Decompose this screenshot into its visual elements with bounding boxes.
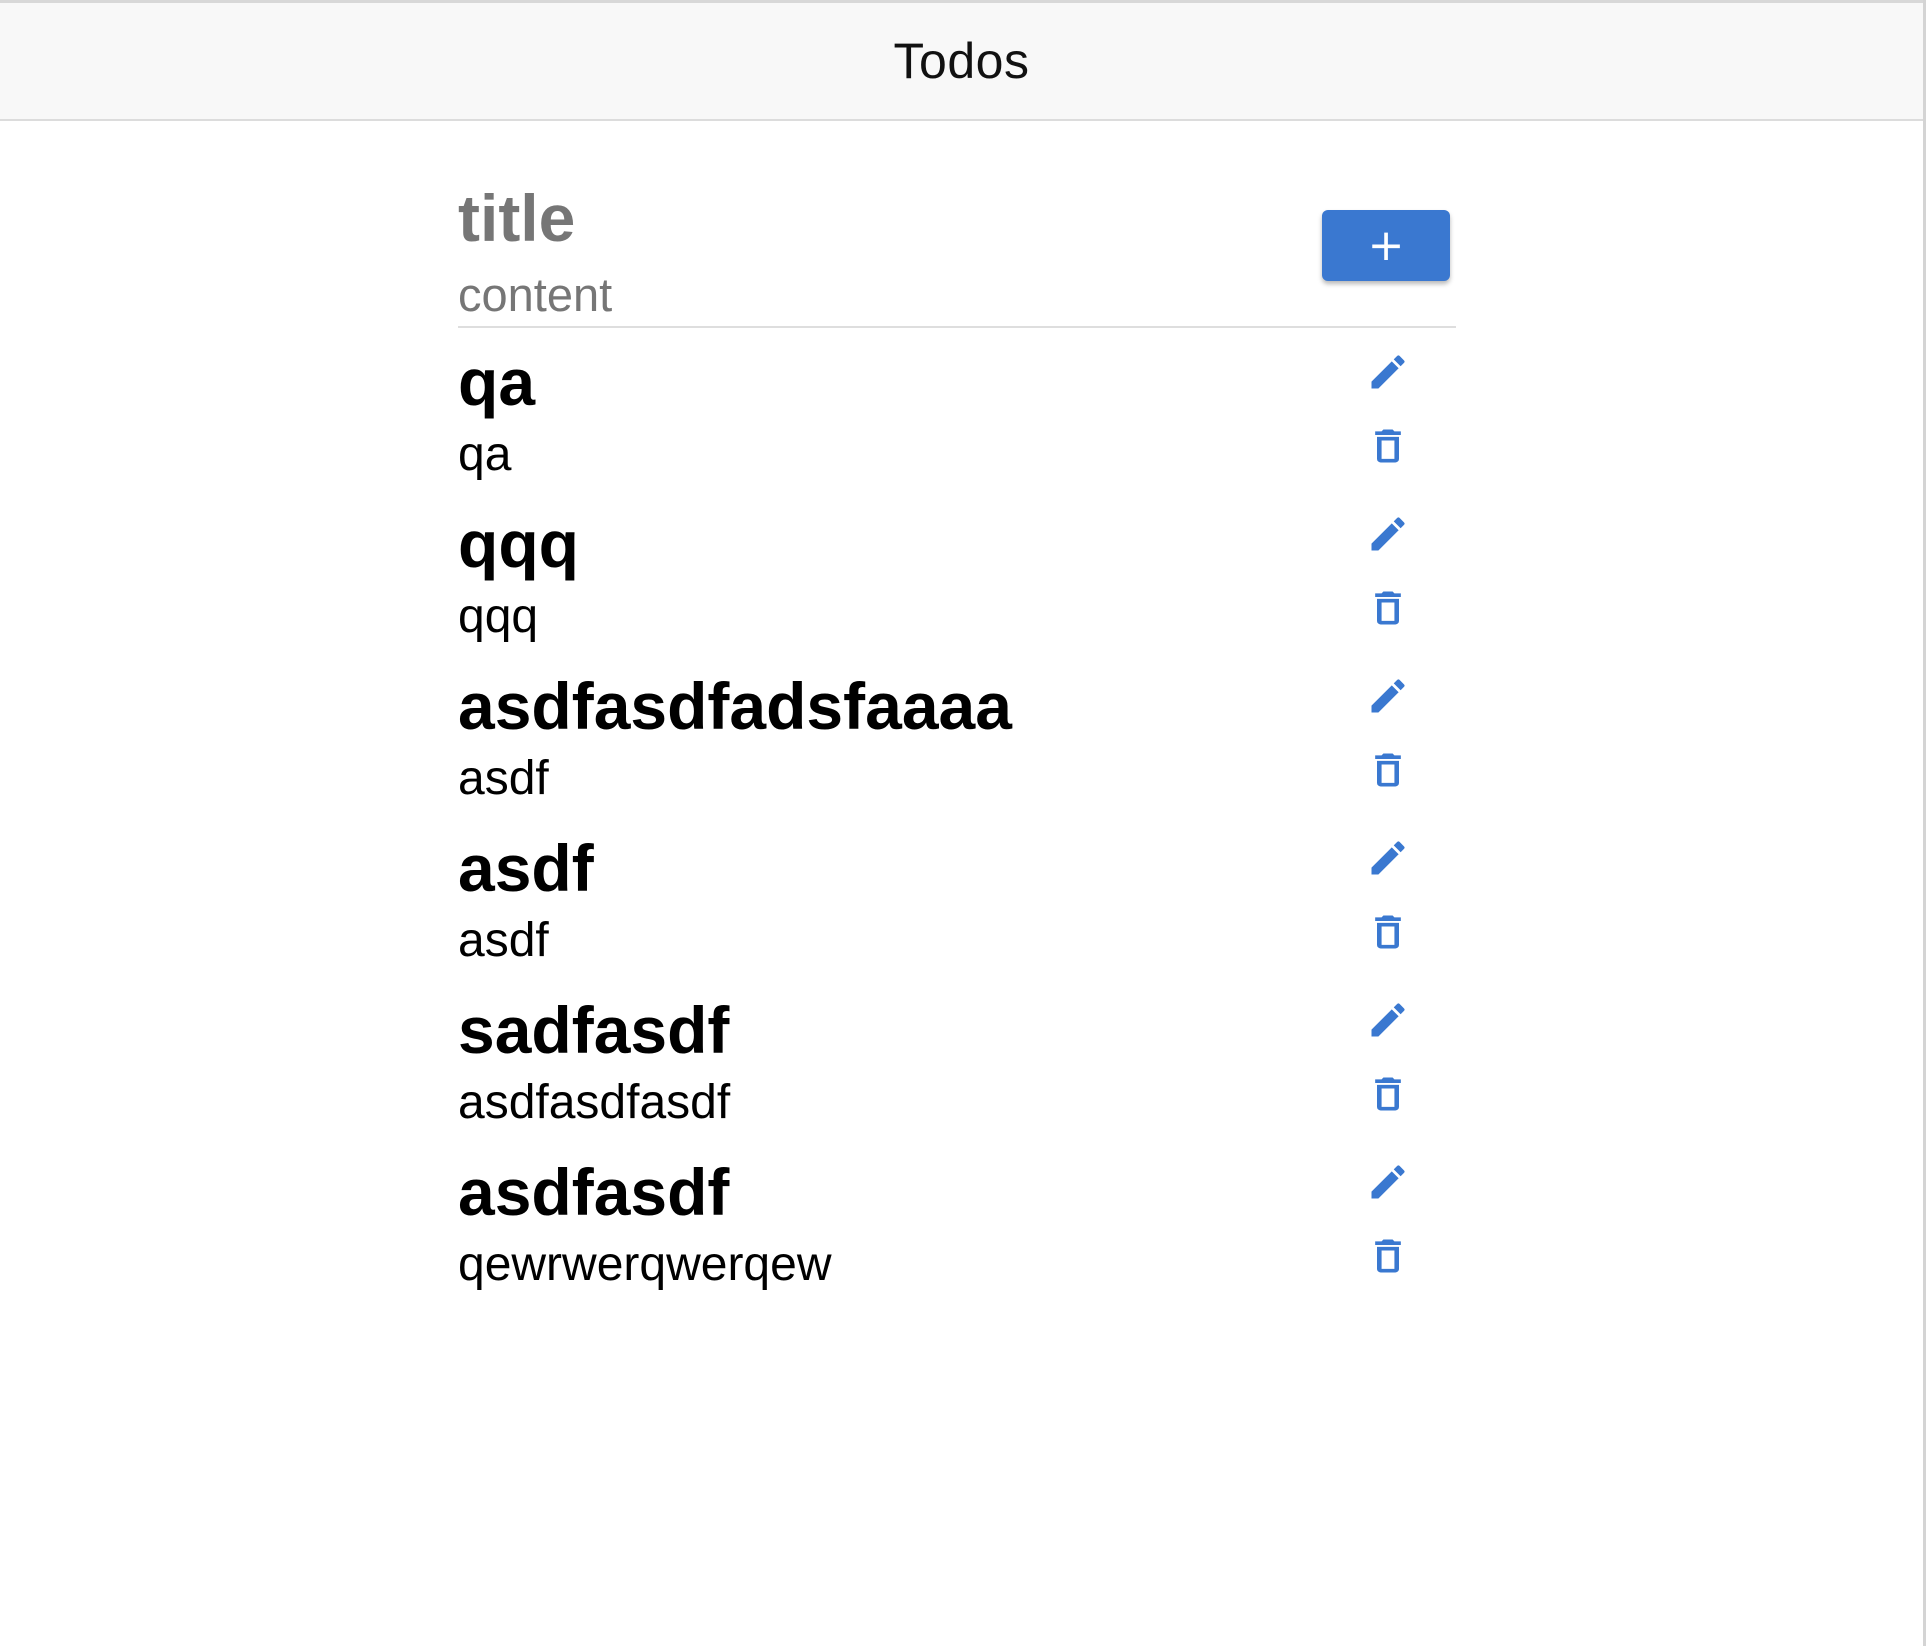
delete-button[interactable] (1366, 424, 1410, 468)
edit-button[interactable] (1366, 1160, 1410, 1204)
edit-button[interactable] (1366, 998, 1410, 1042)
app-header: Todos (0, 0, 1923, 121)
delete-button[interactable] (1366, 910, 1410, 954)
todo-content: qqq (458, 590, 539, 643)
add-todo-button[interactable]: + (1322, 210, 1450, 281)
trash-icon (1375, 429, 1401, 463)
delete-button[interactable] (1366, 1072, 1410, 1116)
delete-button[interactable] (1366, 1234, 1410, 1278)
todo-item: sadfasdf asdfasdfasdf (458, 980, 1456, 1142)
delete-button[interactable] (1366, 748, 1410, 792)
header-title: Todos (893, 33, 1030, 89)
content-input[interactable] (458, 266, 1278, 322)
edit-button[interactable] (1366, 836, 1410, 880)
todo-item: asdfasdf qewrwerqwerqew (458, 1142, 1456, 1304)
delete-button[interactable] (1366, 586, 1410, 630)
app-window: Todos + qa qa qqq qqq (0, 0, 1926, 1646)
todo-content: qewrwerqwerqew (458, 1238, 832, 1291)
pencil-icon (1371, 1165, 1405, 1199)
todo-list: qa qa qqq qqq asdfasdfadsfaaaa asdf asdf… (458, 332, 1456, 1304)
todo-title: qqq (458, 507, 579, 581)
todo-title: qa (458, 345, 536, 419)
todo-title: sadfasdf (458, 993, 730, 1067)
title-input[interactable] (458, 176, 1278, 260)
pencil-icon (1371, 517, 1405, 551)
todo-content: asdfasdfasdf (458, 1076, 731, 1129)
todo-title: asdfasdf (458, 1155, 730, 1229)
pencil-icon (1371, 355, 1405, 389)
plus-icon: + (1367, 220, 1405, 271)
trash-icon (1375, 591, 1401, 625)
todo-item: asdfasdfadsfaaaa asdf (458, 656, 1456, 818)
todo-title: asdf (458, 831, 594, 905)
todo-item: asdf asdf (458, 818, 1456, 980)
trash-icon (1375, 753, 1401, 787)
edit-button[interactable] (1366, 674, 1410, 718)
todo-item: qqq qqq (458, 494, 1456, 656)
trash-icon (1375, 1239, 1401, 1273)
todo-item: qa qa (458, 332, 1456, 494)
todo-content: asdf (458, 752, 549, 805)
todo-content: asdf (458, 914, 549, 967)
todo-content: qa (458, 428, 512, 481)
pencil-icon (1371, 841, 1405, 875)
edit-button[interactable] (1366, 512, 1410, 556)
todo-title: asdfasdfadsfaaaa (458, 669, 1012, 743)
pencil-icon (1371, 1003, 1405, 1037)
trash-icon (1375, 1077, 1401, 1111)
pencil-icon (1371, 679, 1405, 713)
trash-icon (1375, 915, 1401, 949)
edit-button[interactable] (1366, 350, 1410, 394)
todo-composer: + (458, 170, 1456, 328)
